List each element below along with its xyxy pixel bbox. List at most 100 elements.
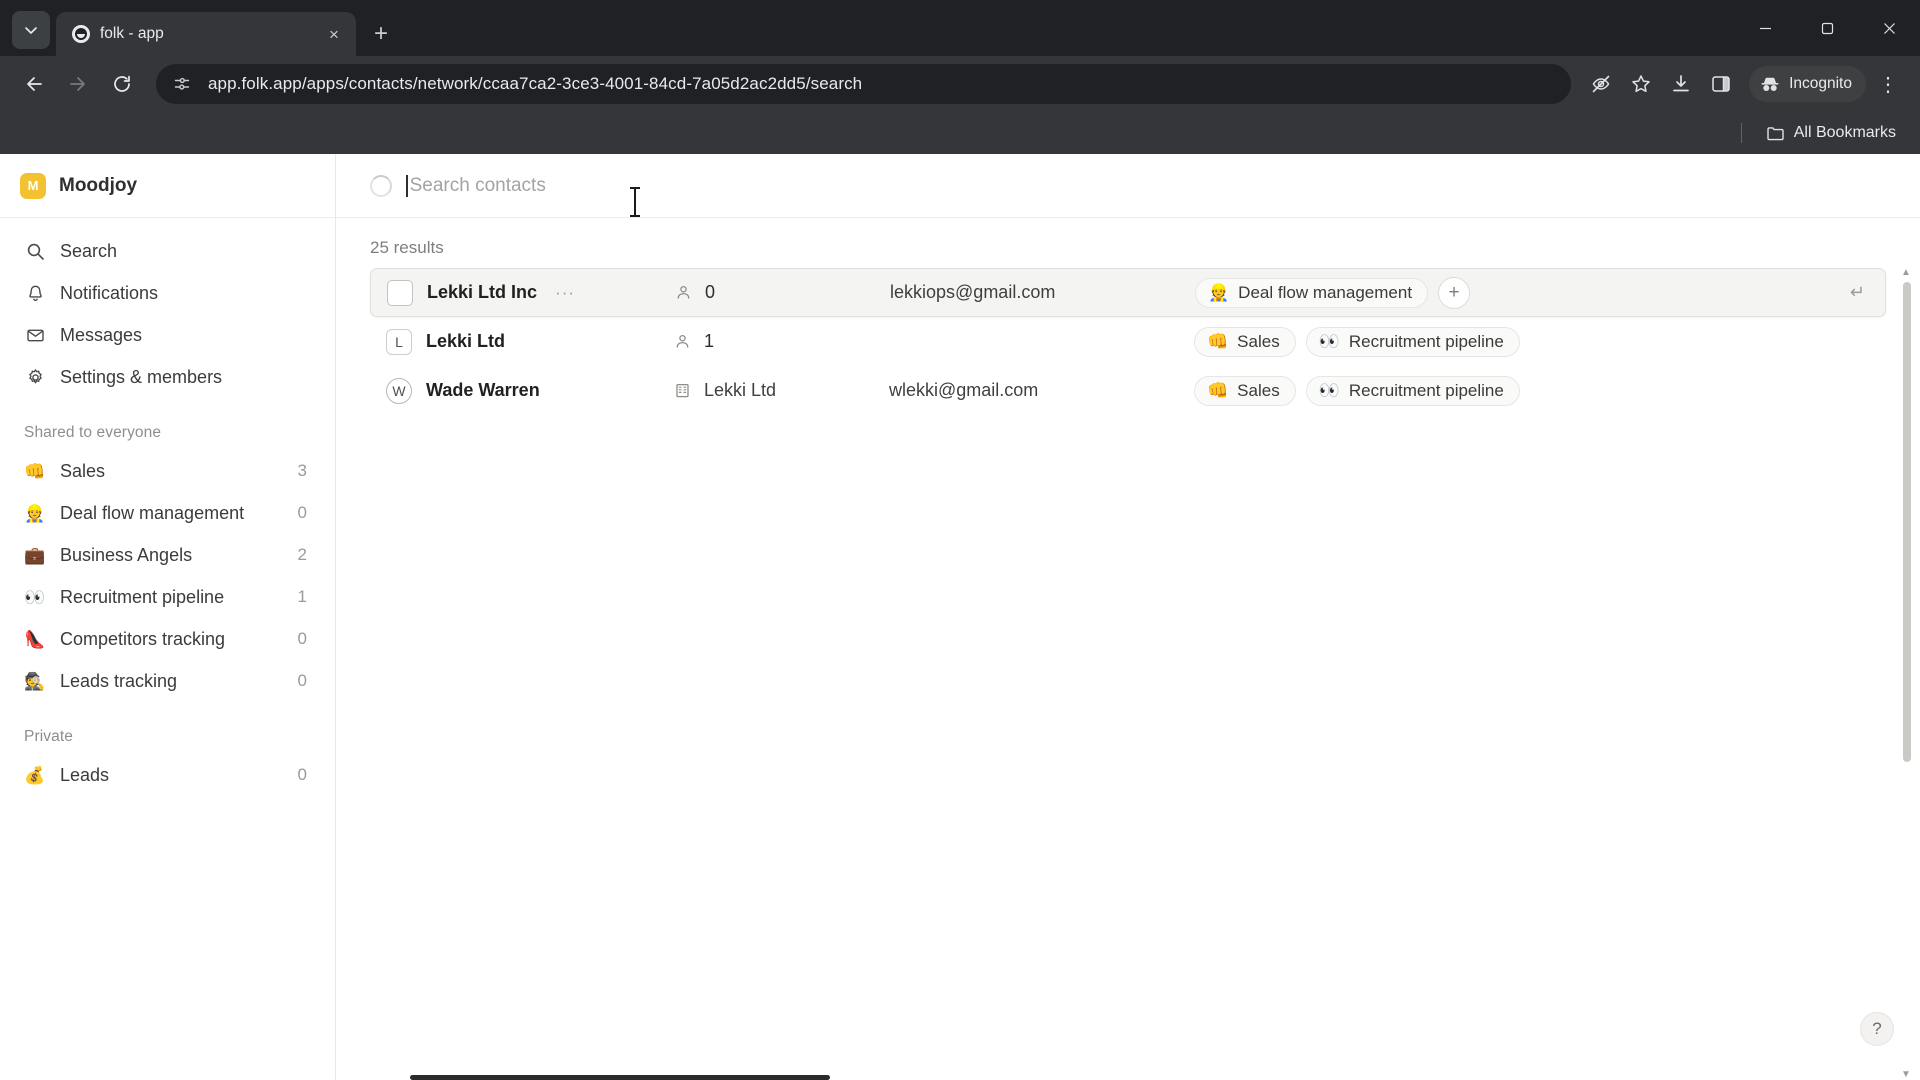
tag-pill[interactable]: 👀 Recruitment pipeline [1305,375,1520,406]
sidebar-item-competitors-tracking[interactable]: 👠 Competitors tracking 0 [12,618,323,660]
tag-label: Recruitment pipeline [1348,380,1504,400]
row-second-value: 1 [704,331,715,351]
sidebar-item-label: Sales [60,460,106,481]
tag-pill[interactable]: 👷 Deal flow management [1195,277,1429,308]
help-button[interactable]: ? [1860,1012,1894,1046]
high-heel-emoji-icon: 👠 [24,629,46,649]
sidebar-item-search[interactable]: Search [12,230,323,272]
scroll-down-arrow-icon[interactable]: ▼ [1901,1070,1911,1080]
table-row[interactable]: L Lekki Ltd 1 👊 Sales 👀 Recruitment pipe… [370,317,1886,366]
sidebar-item-notifications[interactable]: Notifications [12,272,323,314]
tag-label: Sales [1237,380,1280,400]
reload-button[interactable] [102,64,142,104]
bookmark-star-icon[interactable] [1623,66,1659,102]
bookmarks-divider [1740,123,1742,143]
sidebar-item-label: Business Angels [60,544,193,565]
tab-search-button[interactable] [12,11,50,49]
sidebar-item-label: Deal flow management [60,502,245,523]
browser-tab[interactable]: folk - app × [56,12,356,56]
search-input[interactable]: Search contacts [406,174,1892,217]
sidebar: M Moodjoy Search Notifications Messages … [0,154,336,1080]
avatar: L [386,328,412,355]
sidebar-item-count: 0 [297,503,307,522]
avatar: W [386,377,412,404]
scrollbar-thumb[interactable] [1903,282,1911,762]
sidebar-item-recruitment-pipeline[interactable]: 👀 Recruitment pipeline 1 [12,576,323,618]
envelope-icon [24,326,46,345]
add-tag-button[interactable]: + [1438,276,1471,309]
vertical-scrollbar[interactable]: ▲ ▼ [1901,268,1912,1080]
sidebar-group-title-shared: Shared to everyone [24,424,162,441]
sidebar-primary-nav: Search Notifications Messages Settings &… [0,218,335,398]
construction-worker-emoji-icon: 👷 [1208,283,1230,302]
close-tab-icon[interactable]: × [322,22,346,46]
app-body: M Moodjoy Search Notifications Messages … [0,154,1920,1080]
money-bag-emoji-icon: 💰 [24,765,46,785]
third-party-cookies-blocked-icon[interactable] [1583,66,1619,102]
close-window-button[interactable] [1858,0,1920,56]
eyes-emoji-icon: 👀 [1318,381,1340,400]
row-checkbox[interactable] [387,279,413,306]
row-title: Lekki Ltd [426,331,506,351]
new-tab-button[interactable]: + [364,17,398,51]
sidebar-item-count: 0 [297,629,307,648]
row-name-cell: Lekki Ltd Inc ··· [387,279,675,306]
folder-icon [1767,126,1784,140]
forward-button [58,64,98,104]
sidebar-item-count: 1 [297,587,307,606]
browser-menu-button[interactable]: ⋮ [1870,66,1906,102]
all-bookmarks-label: All Bookmarks [1793,124,1896,141]
search-bar[interactable]: Search contacts [336,154,1920,218]
sidebar-item-label: Search [60,240,118,261]
fist-emoji-icon: 👊 [24,461,46,481]
sidebar-group-title-private: Private [24,728,73,745]
tag-pill[interactable]: 👊 Sales [1194,326,1296,357]
workspace-switcher[interactable]: M Moodjoy [0,154,335,218]
sidebar-item-leads[interactable]: 💰 Leads 0 [12,754,323,796]
sidebar-item-messages[interactable]: Messages [12,314,323,356]
sidebar-item-business-angels[interactable]: 💼 Business Angels 2 [12,534,323,576]
table-row[interactable]: W Wade Warren Lekki Ltd wlekki@gmail.com [370,366,1886,415]
sidebar-item-label: Competitors tracking [60,628,226,649]
row-tags: 👊 Sales 👀 Recruitment pipeline [1194,375,1870,406]
window-controls [1734,0,1920,56]
row-email[interactable]: wlekki@gmail.com [889,380,1194,401]
downloads-icon[interactable] [1663,66,1699,102]
maximize-window-button[interactable] [1796,0,1858,56]
tag-pill[interactable]: 👊 Sales [1194,375,1296,406]
sidebar-item-count: 0 [297,765,307,784]
tag-label: Sales [1237,331,1280,351]
bookmarks-bar: All Bookmarks [0,112,1920,154]
tag-pill[interactable]: 👀 Recruitment pipeline [1305,326,1520,357]
minimize-window-button[interactable] [1734,0,1796,56]
sidebar-item-deal-flow-management[interactable]: 👷 Deal flow management 0 [12,492,323,534]
sidebar-item-count: 0 [297,671,307,690]
side-panel-icon[interactable] [1703,66,1739,102]
row-more-menu-icon[interactable]: ··· [555,283,575,303]
back-button[interactable] [14,64,54,104]
sidebar-group-shared: 👊 Sales 3 👷 Deal flow management 0 💼 Bus… [0,450,335,702]
sidebar-item-label: Leads tracking [60,670,178,691]
row-email[interactable]: lekkiops@gmail.com [890,282,1195,303]
sidebar-item-count: 3 [297,461,307,480]
sidebar-item-sales[interactable]: 👊 Sales 3 [12,450,323,492]
row-tags: 👷 Deal flow management + [1195,276,1869,309]
search-icon [24,242,46,261]
address-bar[interactable]: app.folk.app/apps/contacts/network/ccaa7… [156,64,1572,104]
row-second-cell: 0 [675,282,890,303]
all-bookmarks-button[interactable]: All Bookmarks [1760,120,1902,147]
sidebar-item-count: 2 [297,545,307,564]
site-settings-icon[interactable] [168,70,196,98]
incognito-icon [1761,77,1779,91]
sidebar-group-private: 💰 Leads 0 [0,754,335,796]
sidebar-item-leads-tracking[interactable]: 🕵️ Leads tracking 0 [12,660,323,702]
incognito-indicator[interactable]: Incognito [1749,66,1866,102]
address-bar-url: app.folk.app/apps/contacts/network/ccaa7… [208,74,863,93]
enter-hint-icon: ↵ [1849,282,1865,302]
sidebar-item-settings[interactable]: Settings & members [12,356,323,398]
tag-label: Recruitment pipeline [1348,331,1504,351]
sidebar-item-label: Notifications [60,282,159,303]
eyes-emoji-icon: 👀 [1318,332,1340,351]
table-row[interactable]: Lekki Ltd Inc ··· 0 lekkiops@gmail.com 👷… [370,268,1886,317]
scroll-up-arrow-icon[interactable]: ▲ [1901,268,1911,278]
